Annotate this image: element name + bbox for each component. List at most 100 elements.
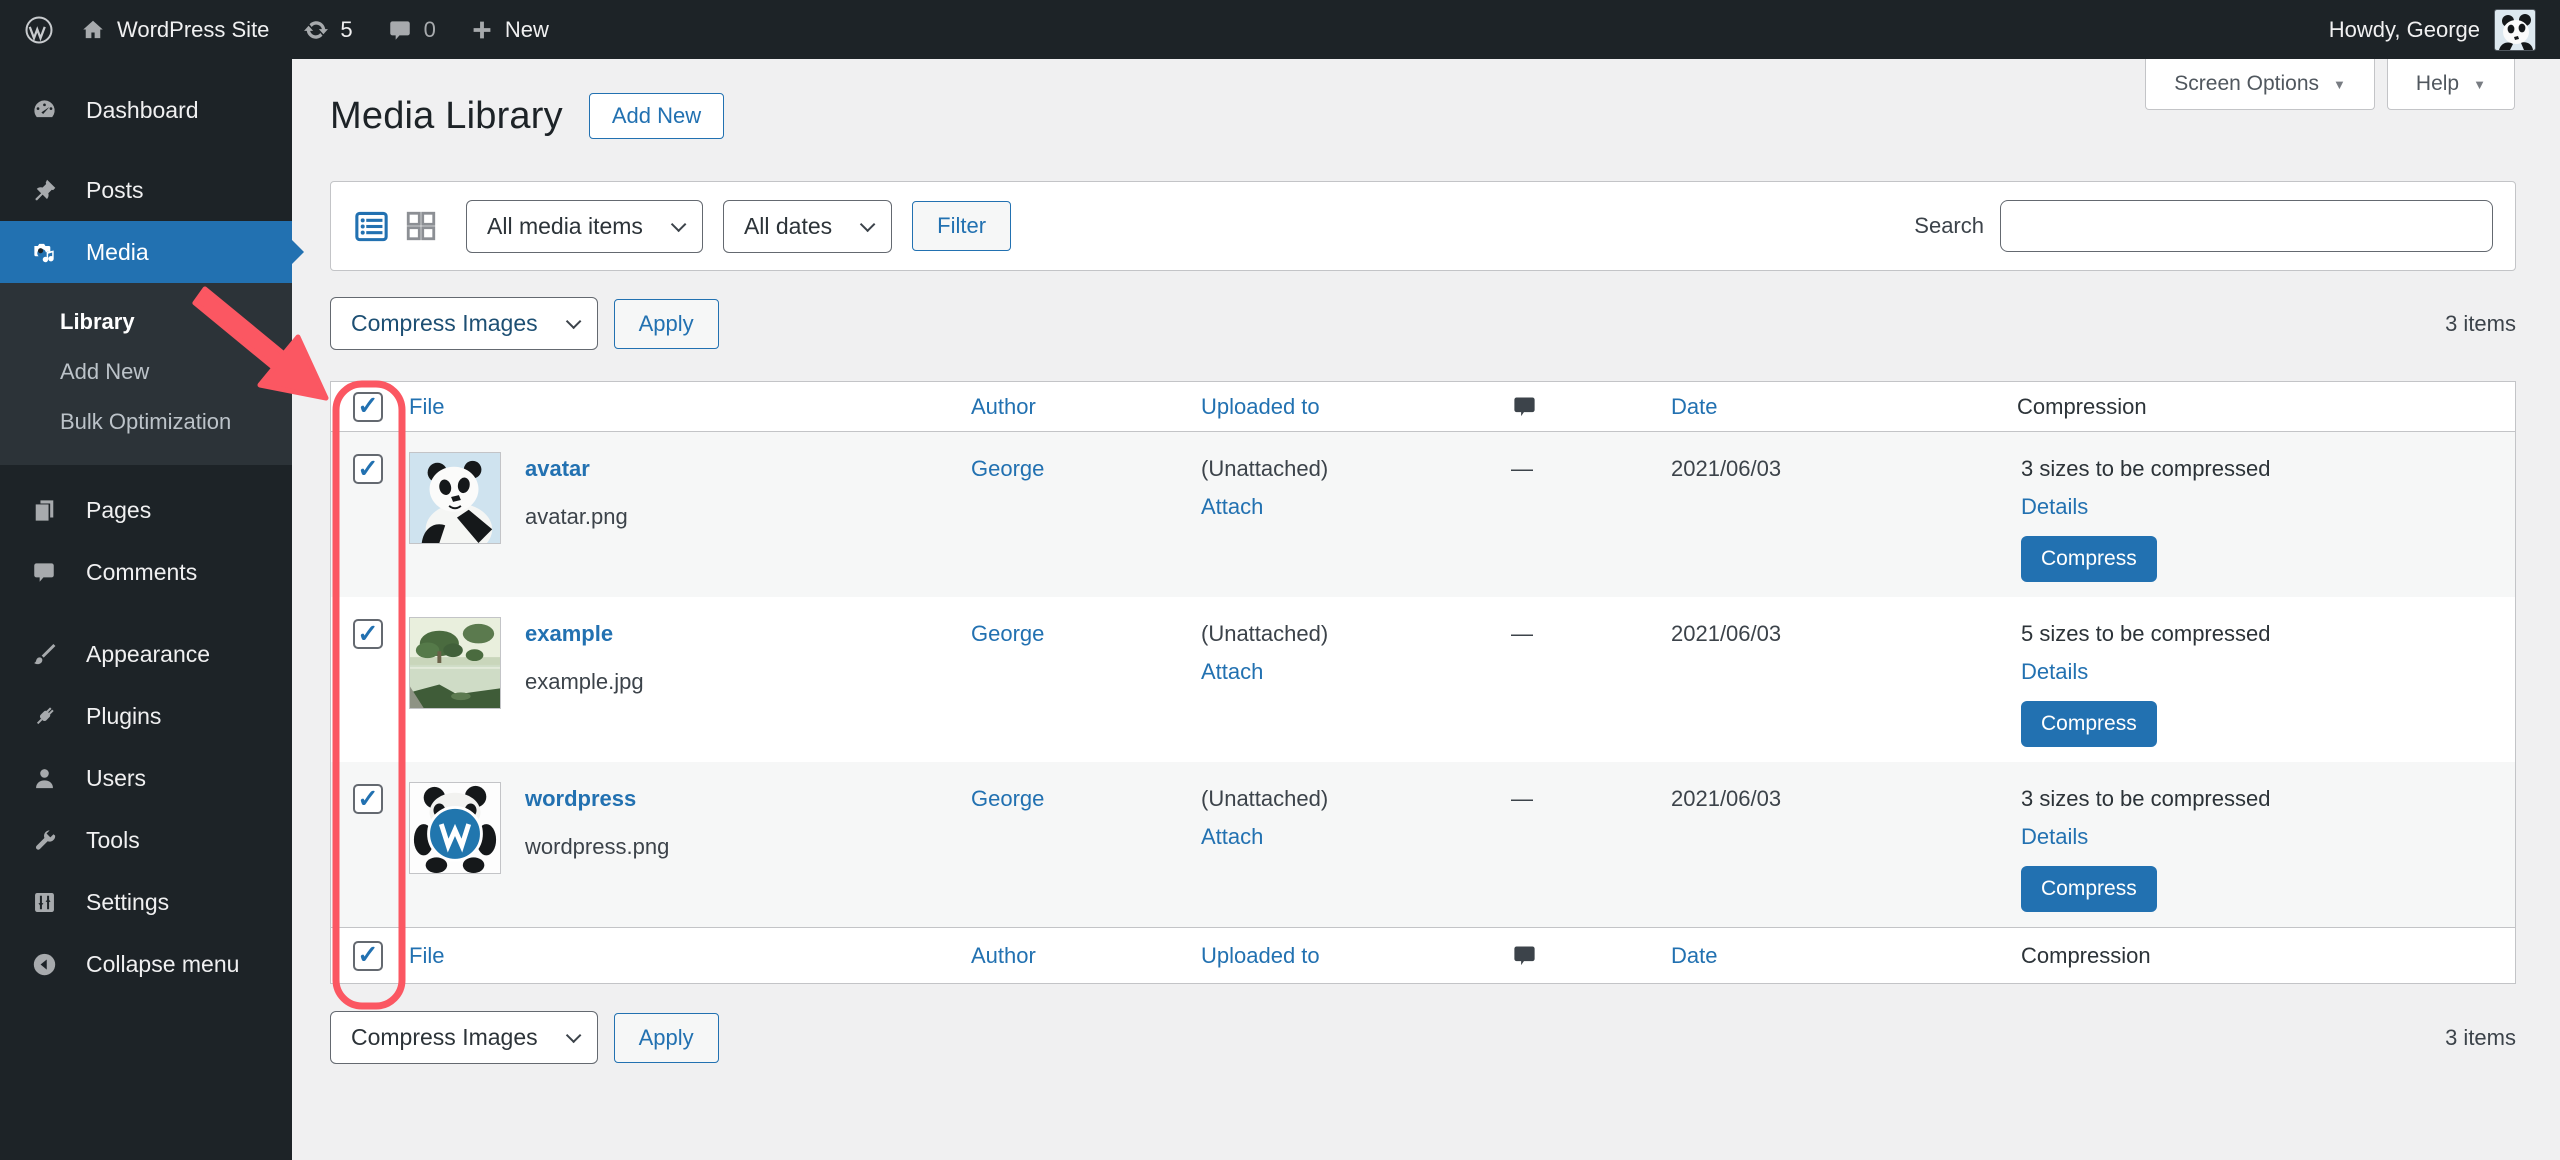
media-filename: example.jpg <box>525 669 644 694</box>
sidebar-item-posts[interactable]: Posts <box>0 159 292 221</box>
sidebar-label: Appearance <box>86 640 211 667</box>
thumbnail-wordpress-logo[interactable] <box>409 782 501 874</box>
chevron-down-icon <box>670 216 687 232</box>
media-title-link[interactable]: avatar <box>525 456 628 482</box>
sidebar-item-media[interactable]: Media <box>0 221 304 283</box>
date-value: 2021/06/03 <box>1671 456 1782 481</box>
filter-bar: All media items All dates Filter Search <box>330 181 2516 271</box>
row-checkbox[interactable]: ✓ <box>353 784 383 814</box>
attach-link[interactable]: Attach <box>1201 824 1491 850</box>
sidebar-item-comments[interactable]: Comments <box>0 541 292 603</box>
new-content-menu[interactable]: New <box>470 17 549 43</box>
compress-button[interactable]: Compress <box>2021 866 2157 912</box>
comment-bubble-icon <box>387 17 413 43</box>
help-tab[interactable]: Help ▼ <box>2386 59 2515 110</box>
column-header-file[interactable]: File <box>409 394 444 419</box>
media-title-link[interactable]: wordpress <box>525 786 669 812</box>
admin-sidebar: Dashboard Posts Media Library Add New Bu… <box>0 59 304 1160</box>
sidebar-item-plugins[interactable]: Plugins <box>0 685 292 747</box>
wordpress-logo-icon[interactable] <box>24 15 54 45</box>
compress-button[interactable]: Compress <box>2021 536 2157 582</box>
column-header-date[interactable]: Date <box>1671 394 1717 419</box>
visit-site-menu[interactable]: WordPress Site <box>80 17 269 43</box>
sidebar-item-tools[interactable]: Tools <box>0 809 292 871</box>
sidebar-label: Pages <box>86 496 152 523</box>
bulk-action-value: Compress Images <box>351 310 538 336</box>
compress-button[interactable]: Compress <box>2021 701 2157 747</box>
grid-view-icon[interactable] <box>404 209 438 243</box>
plug-icon <box>16 703 72 730</box>
sidebar-collapse-menu[interactable]: Collapse menu <box>0 933 292 995</box>
user-avatar[interactable] <box>2494 8 2536 51</box>
column-header-uploaded-to[interactable]: Uploaded to <box>1201 394 1320 419</box>
thumbnail-avatar-panda[interactable] <box>409 452 501 544</box>
date-value: 2021/06/03 <box>1671 786 1782 811</box>
sidebar-item-dashboard[interactable]: Dashboard <box>0 79 292 141</box>
apply-button[interactable]: Apply <box>613 298 719 349</box>
sidebar-item-appearance[interactable]: Appearance <box>0 623 292 685</box>
pages-icon <box>16 497 72 524</box>
compression-status: 5 sizes to be compressed <box>2021 621 2271 646</box>
home-icon <box>80 17 106 43</box>
add-new-button[interactable]: Add New <box>588 93 725 139</box>
updates-count: 5 <box>340 16 353 42</box>
sidebar-label: Plugins <box>86 702 162 729</box>
attach-link[interactable]: Attach <box>1201 494 1491 520</box>
table-row-wordpress: ✓ wordpress wordpress.png George (Unatta… <box>331 762 2515 927</box>
updates-menu[interactable]: 5 <box>303 16 353 43</box>
table-footer-row: ✓ File Author Uploaded to Date Compressi… <box>331 927 2515 983</box>
sliders-icon <box>16 889 72 916</box>
author-link[interactable]: George <box>971 621 1044 646</box>
column-header-compression: Compression <box>2021 942 2151 968</box>
column-header-author[interactable]: Author <box>971 943 1036 968</box>
help-label: Help <box>2415 72 2460 95</box>
sidebar-item-library[interactable]: Library <box>0 297 292 347</box>
sidebar-item-bulk-optimization[interactable]: Bulk Optimization <box>0 397 292 447</box>
author-link[interactable]: George <box>971 786 1044 811</box>
row-checkbox[interactable]: ✓ <box>353 454 383 484</box>
collapse-icon <box>16 951 72 978</box>
screen-options-tab[interactable]: Screen Options ▼ <box>2145 59 2375 110</box>
apply-button[interactable]: Apply <box>613 1012 719 1063</box>
date-filter-value: All dates <box>743 212 833 239</box>
filter-button[interactable]: Filter <box>912 201 1012 251</box>
media-title-link[interactable]: example <box>525 621 644 647</box>
select-all-checkbox[interactable]: ✓ <box>353 940 383 971</box>
screen-options-label: Screen Options <box>2174 72 2320 95</box>
comment-icon <box>16 559 72 585</box>
column-header-author[interactable]: Author <box>971 394 1036 419</box>
column-header-date[interactable]: Date <box>1671 943 1717 968</box>
list-view-icon[interactable] <box>353 208 390 245</box>
search-input[interactable] <box>2000 200 2493 252</box>
column-header-compression: Compression <box>2017 393 2147 419</box>
row-checkbox[interactable]: ✓ <box>353 619 383 649</box>
author-link[interactable]: George <box>971 456 1044 481</box>
column-header-comments-icon[interactable] <box>1511 942 1671 969</box>
sidebar-item-settings[interactable]: Settings <box>0 871 292 933</box>
table-row-avatar: ✓ avatar avatar.png George (Unattached) … <box>331 432 2515 597</box>
main-content: Screen Options ▼ Help ▼ Media Library Ad… <box>292 59 2560 1160</box>
admin-bar: WordPress Site 5 0 New Howdy, George <box>0 0 2560 59</box>
howdy-text[interactable]: Howdy, George <box>2329 17 2480 43</box>
column-header-file[interactable]: File <box>409 943 444 968</box>
attach-link[interactable]: Attach <box>1201 659 1491 685</box>
date-filter-select[interactable]: All dates <box>722 199 893 253</box>
bulk-action-select[interactable]: Compress Images <box>330 1011 598 1064</box>
column-header-comments-icon[interactable] <box>1511 393 1671 420</box>
details-link[interactable]: Details <box>2021 494 2515 520</box>
column-header-uploaded-to[interactable]: Uploaded to <box>1201 943 1320 968</box>
sidebar-item-add-new[interactable]: Add New <box>0 347 292 397</box>
details-link[interactable]: Details <box>2021 659 2515 685</box>
sidebar-item-pages[interactable]: Pages <box>0 479 292 541</box>
comments-menu[interactable]: 0 <box>387 17 436 43</box>
thumbnail-example-landscape[interactable] <box>409 617 501 709</box>
details-link[interactable]: Details <box>2021 824 2515 850</box>
search-label: Search <box>1914 213 1984 238</box>
sidebar-item-users[interactable]: Users <box>0 747 292 809</box>
uploaded-to-status: (Unattached) <box>1201 786 1329 811</box>
select-all-checkbox[interactable]: ✓ <box>353 391 383 422</box>
sidebar-label: Media <box>86 238 149 265</box>
bulk-action-select[interactable]: Compress Images <box>330 297 598 350</box>
media-type-select[interactable]: All media items <box>466 199 703 253</box>
new-label: New <box>504 16 549 42</box>
